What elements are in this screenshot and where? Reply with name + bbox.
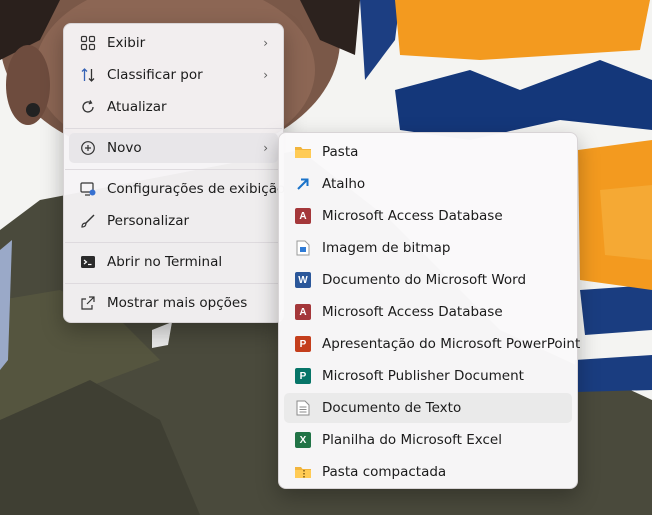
menu-item-label: Configurações de exibição [107, 181, 286, 197]
menu-item-novo[interactable]: Novo › [69, 133, 278, 163]
open-external-icon [79, 294, 97, 312]
menu-item-atualizar[interactable]: Atualizar [69, 92, 278, 122]
menu-item-label: Novo [107, 140, 142, 156]
new-item-label: Documento do Microsoft Word [322, 272, 527, 288]
shortcut-icon [294, 175, 312, 193]
new-item-documento-word[interactable]: W Documento do Microsoft Word [284, 265, 572, 295]
excel-icon: X [294, 431, 312, 449]
refresh-icon [79, 98, 97, 116]
access-icon: A [294, 207, 312, 225]
bitmap-icon [294, 239, 312, 257]
new-item-label: Microsoft Publisher Document [322, 368, 524, 384]
menu-separator [65, 283, 282, 284]
menu-item-label: Abrir no Terminal [107, 254, 223, 270]
powerpoint-icon: P [294, 335, 312, 353]
menu-item-exibir[interactable]: Exibir › [69, 28, 278, 58]
new-item-label: Pasta compactada [322, 464, 447, 480]
terminal-icon [79, 253, 97, 271]
menu-item-label: Classificar por [107, 67, 203, 83]
new-item-label: Planilha do Microsoft Excel [322, 432, 502, 448]
menu-item-mostrar-mais-opcoes[interactable]: Mostrar mais opções [69, 288, 278, 318]
menu-separator [65, 128, 282, 129]
new-item-label: Atalho [322, 176, 366, 192]
menu-separator [65, 169, 282, 170]
new-item-label: Pasta [322, 144, 359, 160]
menu-item-configuracoes-de-exibicao[interactable]: Configurações de exibição [69, 174, 285, 204]
menu-separator [65, 242, 282, 243]
new-item-access-database-2[interactable]: A Microsoft Access Database [284, 297, 572, 327]
brush-icon [79, 212, 97, 230]
new-item-planilha-excel[interactable]: X Planilha do Microsoft Excel [284, 425, 572, 455]
menu-item-classificar-por[interactable]: Classificar por › [69, 60, 278, 90]
plus-circle-icon [79, 139, 97, 157]
new-item-documento-de-texto[interactable]: Documento de Texto [284, 393, 572, 423]
folder-icon [294, 143, 312, 161]
sort-icon [79, 66, 97, 84]
new-item-label: Imagem de bitmap [322, 240, 451, 256]
menu-item-label: Mostrar mais opções [107, 295, 248, 311]
menu-item-label: Exibir [107, 35, 146, 51]
word-icon: W [294, 271, 312, 289]
new-item-publisher-document[interactable]: P Microsoft Publisher Document [284, 361, 572, 391]
new-item-label: Apresentação do Microsoft PowerPoint [322, 336, 581, 352]
text-document-icon [294, 399, 312, 417]
display-settings-icon [79, 180, 97, 198]
access-icon: A [294, 303, 312, 321]
new-item-access-database[interactable]: A Microsoft Access Database [284, 201, 572, 231]
chevron-right-icon: › [263, 36, 268, 50]
new-submenu: Pasta Atalho A Microsoft Access Database… [278, 132, 580, 489]
publisher-icon: P [294, 367, 312, 385]
new-item-label: Microsoft Access Database [322, 208, 503, 224]
menu-item-personalizar[interactable]: Personalizar [69, 206, 278, 236]
new-item-pasta-compactada[interactable]: Pasta compactada [284, 457, 572, 487]
new-item-apresentacao-powerpoint[interactable]: P Apresentação do Microsoft PowerPoint [284, 329, 580, 359]
new-item-imagem-de-bitmap[interactable]: Imagem de bitmap [284, 233, 572, 263]
grid-icon [79, 34, 97, 52]
desktop-context-menu: Exibir › Classificar por › Atualizar Nov… [63, 23, 285, 323]
new-item-label: Documento de Texto [322, 400, 462, 416]
new-item-atalho[interactable]: Atalho [284, 169, 572, 199]
chevron-right-icon: › [263, 141, 268, 155]
menu-item-label: Personalizar [107, 213, 190, 229]
new-item-pasta[interactable]: Pasta [284, 137, 572, 167]
menu-item-label: Atualizar [107, 99, 167, 115]
menu-item-abrir-no-terminal[interactable]: Abrir no Terminal [69, 247, 278, 277]
new-item-label: Microsoft Access Database [322, 304, 503, 320]
zip-folder-icon [294, 463, 312, 481]
chevron-right-icon: › [263, 68, 268, 82]
